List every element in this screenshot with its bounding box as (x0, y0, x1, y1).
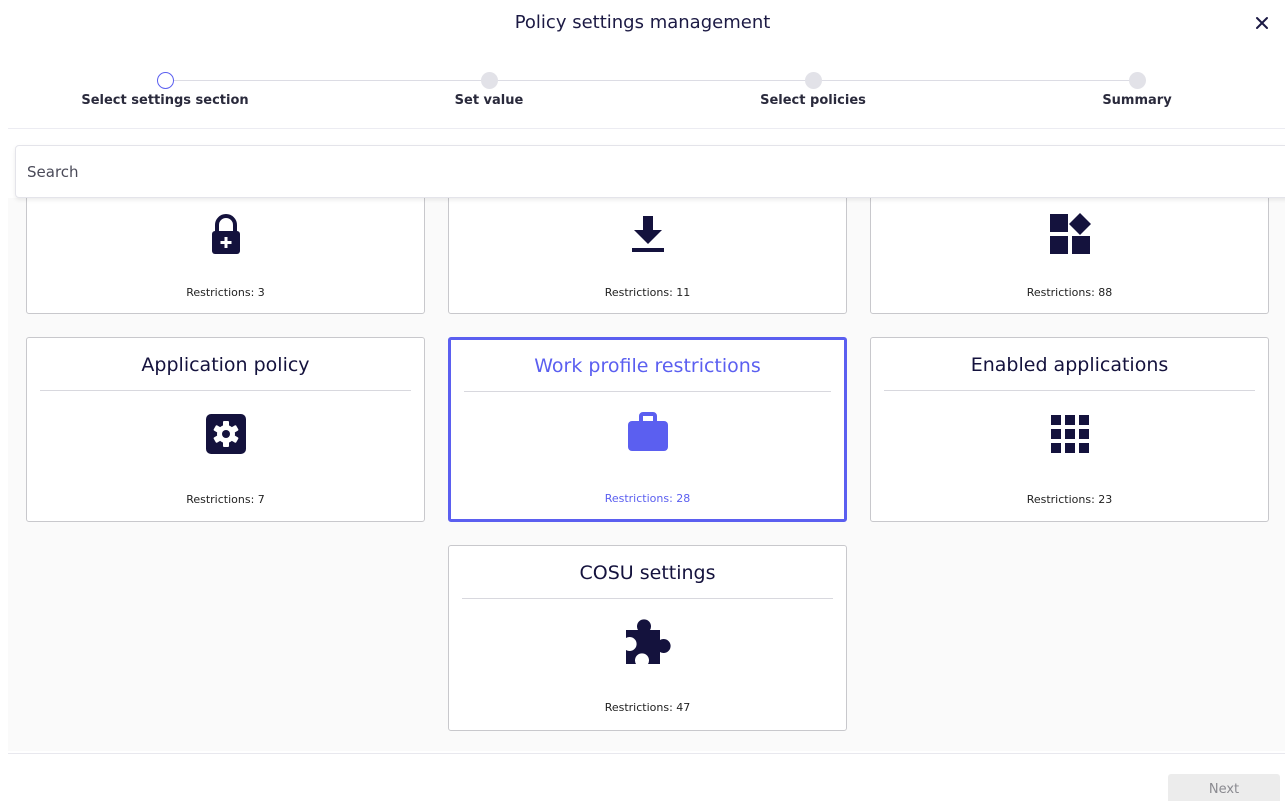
step-set-value: Set value (359, 70, 619, 108)
settings-card-work-profile-restrictions[interactable]: Work profile restrictions Restrictions: … (448, 337, 847, 522)
step-select-policies: Select policies (683, 70, 943, 108)
card-title: Work profile restrictions (534, 355, 761, 377)
lock-plus-icon (211, 214, 240, 254)
restrictions-count: Restrictions: 88 (1026, 286, 1113, 299)
step-label: Select settings section (81, 93, 249, 108)
stepper: Select settings section Set value Select… (0, 70, 1285, 120)
search-input[interactable] (16, 146, 1285, 197)
restrictions-count: Restrictions: 28 (604, 492, 691, 505)
search-box[interactable] (15, 145, 1285, 198)
step-indicator (480, 72, 498, 89)
dialog-title: Policy settings management (514, 12, 771, 33)
grid-apps-icon (1050, 415, 1089, 453)
settings-card-application-policy[interactable]: Application policy Restrictions: 7 (26, 337, 425, 522)
step-label: Set value (454, 93, 524, 108)
card-title: COSU settings (579, 562, 716, 584)
step-summary: Summary (1007, 70, 1267, 108)
stepper-line (165, 80, 1138, 81)
step-indicator (804, 72, 822, 89)
card-divider (40, 390, 411, 391)
card-divider (884, 390, 1255, 391)
settings-card[interactable]: Restrictions: 88 (870, 198, 1269, 314)
settings-card-enabled-applications[interactable]: Enabled applications Restrictions: 23 (870, 337, 1269, 522)
restrictions-count: Restrictions: 23 (1026, 493, 1113, 506)
step-indicator (1128, 72, 1146, 89)
step-label: Select policies (760, 93, 866, 108)
restrictions-count: Restrictions: 47 (604, 701, 691, 714)
step-indicator-active (156, 72, 174, 89)
restrictions-count: Restrictions: 11 (604, 286, 691, 299)
footer-divider (8, 753, 1285, 754)
card-divider (464, 391, 831, 392)
card-title: Enabled applications (970, 354, 1169, 376)
briefcase-icon (627, 412, 668, 451)
close-button[interactable] (1253, 14, 1271, 32)
card-divider (462, 598, 833, 599)
header-divider (8, 128, 1285, 129)
apps-widgets-icon (1049, 213, 1091, 254)
settings-section-grid: Restrictions: 3 Restrictions: 11 Restric… (8, 198, 1285, 751)
restrictions-count: Restrictions: 3 (186, 286, 265, 299)
settings-card[interactable]: Restrictions: 3 (26, 198, 425, 314)
settings-card-cosu-settings[interactable]: COSU settings Restrictions: 47 (448, 545, 847, 731)
download-icon (631, 216, 664, 252)
card-title: Application policy (141, 354, 310, 376)
gear-square-icon (205, 414, 246, 454)
puzzle-icon (625, 619, 671, 664)
settings-card[interactable]: Restrictions: 11 (448, 198, 847, 314)
step-label: Summary (1102, 93, 1172, 108)
step-select-settings-section: Select settings section (35, 70, 295, 108)
next-button[interactable]: Next (1168, 774, 1280, 801)
close-icon[interactable] (1253, 14, 1271, 32)
restrictions-count: Restrictions: 7 (186, 493, 265, 506)
